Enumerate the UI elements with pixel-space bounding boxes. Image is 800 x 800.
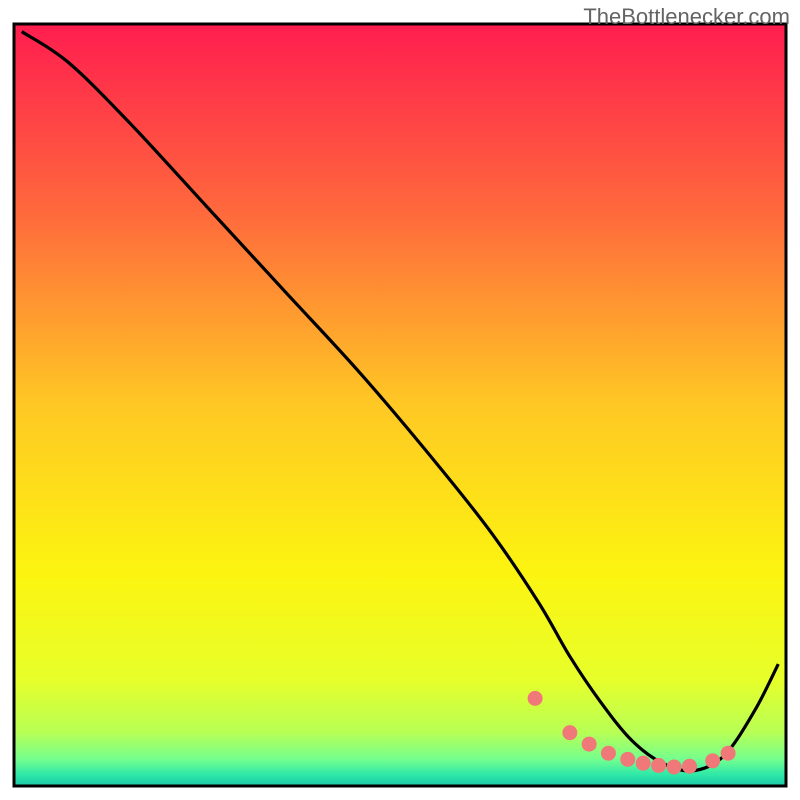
marker-dot	[601, 746, 616, 761]
watermark-text: TheBottlenecker.com	[583, 4, 790, 30]
bottleneck-chart: TheBottlenecker.com	[0, 0, 800, 800]
marker-dot	[528, 691, 543, 706]
marker-dot	[582, 737, 597, 752]
marker-dot	[562, 725, 577, 740]
marker-dot	[682, 759, 697, 774]
marker-dot	[636, 756, 651, 771]
marker-dot	[620, 752, 635, 767]
marker-dot	[705, 753, 720, 768]
gradient-background	[14, 24, 786, 786]
marker-dot	[721, 746, 736, 761]
marker-dot	[667, 759, 682, 774]
marker-dot	[651, 758, 666, 773]
chart-svg	[0, 0, 800, 800]
